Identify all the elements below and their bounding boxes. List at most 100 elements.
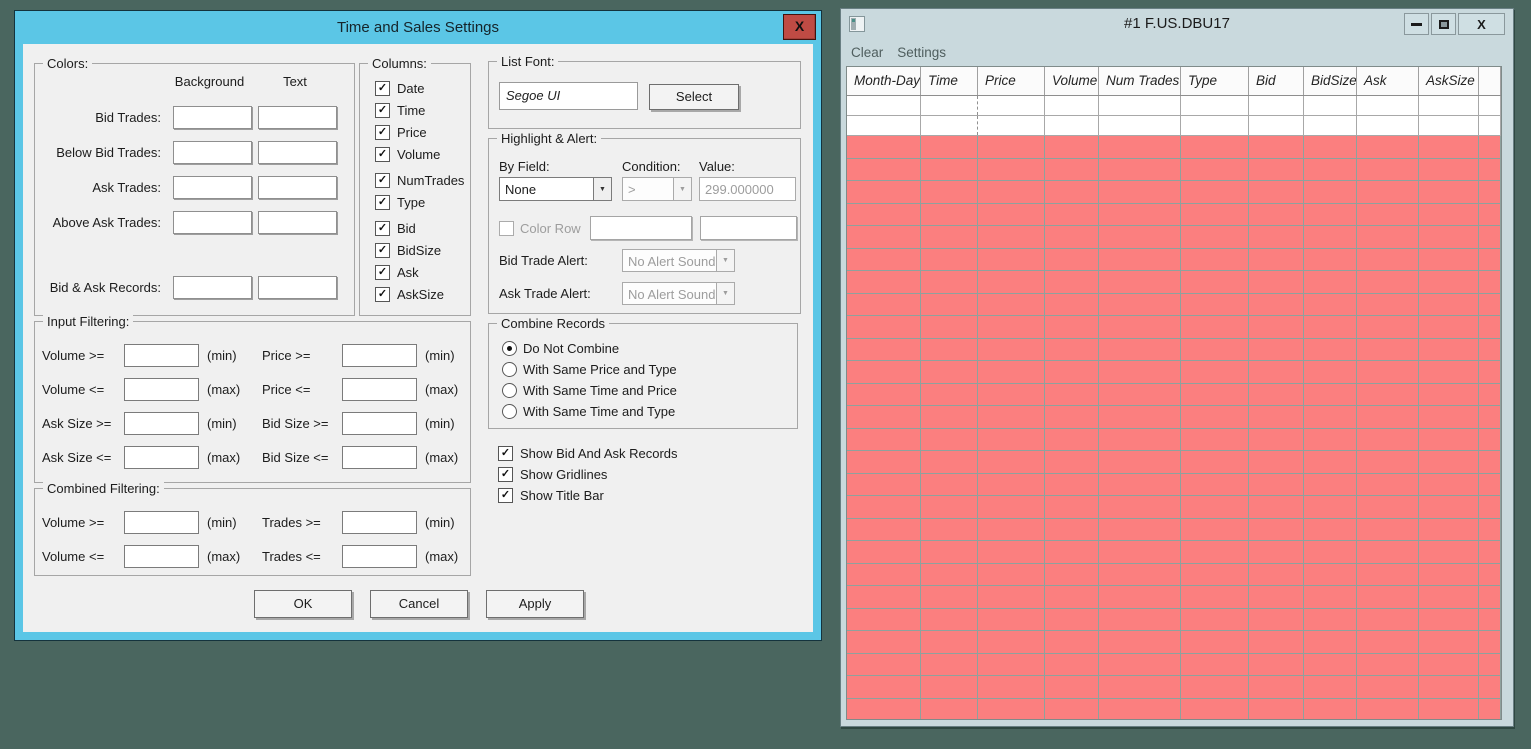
checkbox-icon[interactable]: ✓ — [375, 124, 390, 140]
table-cell — [1045, 631, 1099, 653]
close-button[interactable]: X — [783, 14, 816, 40]
checkbox-icon[interactable]: ✓ — [375, 102, 390, 118]
column-option[interactable]: ✓ NumTrades — [375, 169, 468, 191]
filter-input[interactable] — [342, 446, 417, 469]
column-header[interactable]: Bid — [1249, 67, 1304, 95]
checkbox-icon[interactable]: ✓ — [498, 446, 513, 461]
column-option[interactable]: ✓ Date — [375, 77, 468, 99]
checkbox-icon[interactable]: ✓ — [375, 194, 390, 210]
radio-icon[interactable] — [502, 341, 517, 356]
checkbox-icon[interactable]: ✓ — [375, 80, 390, 96]
text-color-button[interactable] — [258, 106, 337, 129]
column-option-label: Price — [397, 124, 427, 140]
quote-window-titlebar[interactable]: #1 F.US.DBU17 X — [841, 9, 1513, 39]
menu-item-settings[interactable]: Settings — [897, 45, 946, 60]
column-option[interactable]: ✓ Bid — [375, 217, 468, 239]
column-option[interactable]: ✓ Time — [375, 99, 468, 121]
background-color-button[interactable] — [173, 176, 252, 199]
filter-input[interactable] — [124, 446, 199, 469]
checkbox-icon[interactable]: ✓ — [375, 146, 390, 162]
text-color-button[interactable] — [258, 176, 337, 199]
background-color-button[interactable] — [173, 276, 252, 299]
cancel-button[interactable]: Cancel — [370, 590, 468, 618]
filter-hint: (max) — [425, 450, 459, 465]
table-cell — [1419, 428, 1479, 450]
column-option[interactable]: ✓ Type — [375, 191, 468, 213]
radio-icon[interactable] — [502, 362, 517, 377]
by-field-dropdown[interactable]: None ▼ — [499, 177, 612, 201]
table-cell — [1181, 181, 1249, 203]
table-cell — [847, 203, 921, 225]
combine-option[interactable]: With Same Time and Type — [502, 401, 795, 422]
checkbox-icon[interactable]: ✓ — [375, 172, 390, 188]
text-color-button[interactable] — [258, 276, 337, 299]
table-cell — [1304, 496, 1357, 518]
text-color-button[interactable] — [258, 141, 337, 164]
checkbox-icon[interactable]: ✓ — [375, 286, 390, 302]
table-cell — [1099, 338, 1181, 360]
column-header[interactable]: Num Trades — [1099, 67, 1181, 95]
maximize-button[interactable] — [1431, 13, 1456, 35]
filter-row: Ask Size <= (max) Bid Size <= (max) — [42, 446, 468, 469]
table-cell — [1045, 338, 1099, 360]
filter-input[interactable] — [124, 511, 199, 534]
table-cell — [1304, 428, 1357, 450]
radio-icon[interactable] — [502, 404, 517, 419]
color-row: Bid Trades: — [35, 106, 354, 129]
display-option[interactable]: ✓ Show Title Bar — [498, 485, 678, 506]
table-cell — [1099, 271, 1181, 293]
background-color-button[interactable] — [173, 141, 252, 164]
column-option[interactable]: ✓ Ask — [375, 261, 468, 283]
column-header[interactable]: Time — [921, 67, 978, 95]
filter-input[interactable] — [342, 545, 417, 568]
table-cell — [1249, 518, 1304, 540]
column-option[interactable]: ✓ Price — [375, 121, 468, 143]
background-color-button[interactable] — [173, 211, 252, 234]
filter-input[interactable] — [342, 378, 417, 401]
combine-option[interactable]: Do Not Combine — [502, 338, 795, 359]
column-option[interactable]: ✓ BidSize — [375, 239, 468, 261]
dialog-titlebar[interactable]: Time and Sales Settings X — [15, 11, 821, 44]
text-color-button[interactable] — [258, 211, 337, 234]
checkbox-icon[interactable]: ✓ — [375, 242, 390, 258]
apply-button[interactable]: Apply — [486, 590, 584, 618]
column-header[interactable]: BidSize — [1304, 67, 1357, 95]
close-window-button[interactable]: X — [1458, 13, 1505, 35]
color-row-background-button — [590, 216, 692, 240]
column-header[interactable]: Price — [978, 67, 1045, 95]
filter-input[interactable] — [124, 412, 199, 435]
minimize-button[interactable] — [1404, 13, 1429, 35]
menu-item-clear[interactable]: Clear — [851, 45, 883, 60]
column-header[interactable]: Month-Day — [847, 67, 921, 95]
filter-input[interactable] — [124, 545, 199, 568]
filter-input[interactable] — [124, 378, 199, 401]
filter-input[interactable] — [342, 344, 417, 367]
display-option[interactable]: ✓ Show Bid And Ask Records — [498, 443, 678, 464]
combine-option[interactable]: With Same Time and Price — [502, 380, 795, 401]
font-name-box[interactable]: Segoe UI — [499, 82, 638, 110]
table-cell — [978, 563, 1045, 585]
checkbox-icon[interactable]: ✓ — [375, 264, 390, 280]
background-color-button[interactable] — [173, 106, 252, 129]
column-option[interactable]: ✓ AskSize — [375, 283, 468, 305]
ok-button[interactable]: OK — [254, 590, 352, 618]
filter-input[interactable] — [342, 412, 417, 435]
display-option[interactable]: ✓ Show Gridlines — [498, 464, 678, 485]
column-header[interactable]: Type — [1181, 67, 1249, 95]
checkbox-icon[interactable]: ✓ — [498, 488, 513, 503]
column-header[interactable]: AskSize — [1419, 67, 1479, 95]
table-cell — [1099, 136, 1181, 158]
filter-input[interactable] — [342, 511, 417, 534]
radio-icon[interactable] — [502, 383, 517, 398]
column-header[interactable]: Volume — [1045, 67, 1099, 95]
filter-hint: (min) — [207, 515, 237, 530]
combine-option[interactable]: With Same Price and Type — [502, 359, 795, 380]
checkbox-icon[interactable]: ✓ — [498, 467, 513, 482]
column-header[interactable]: Ask — [1357, 67, 1419, 95]
table-cell — [1099, 96, 1181, 115]
column-option[interactable]: ✓ Volume — [375, 143, 468, 165]
table-cell — [921, 518, 978, 540]
filter-input[interactable] — [124, 344, 199, 367]
checkbox-icon[interactable]: ✓ — [375, 220, 390, 236]
select-font-button[interactable]: Select — [649, 84, 739, 110]
